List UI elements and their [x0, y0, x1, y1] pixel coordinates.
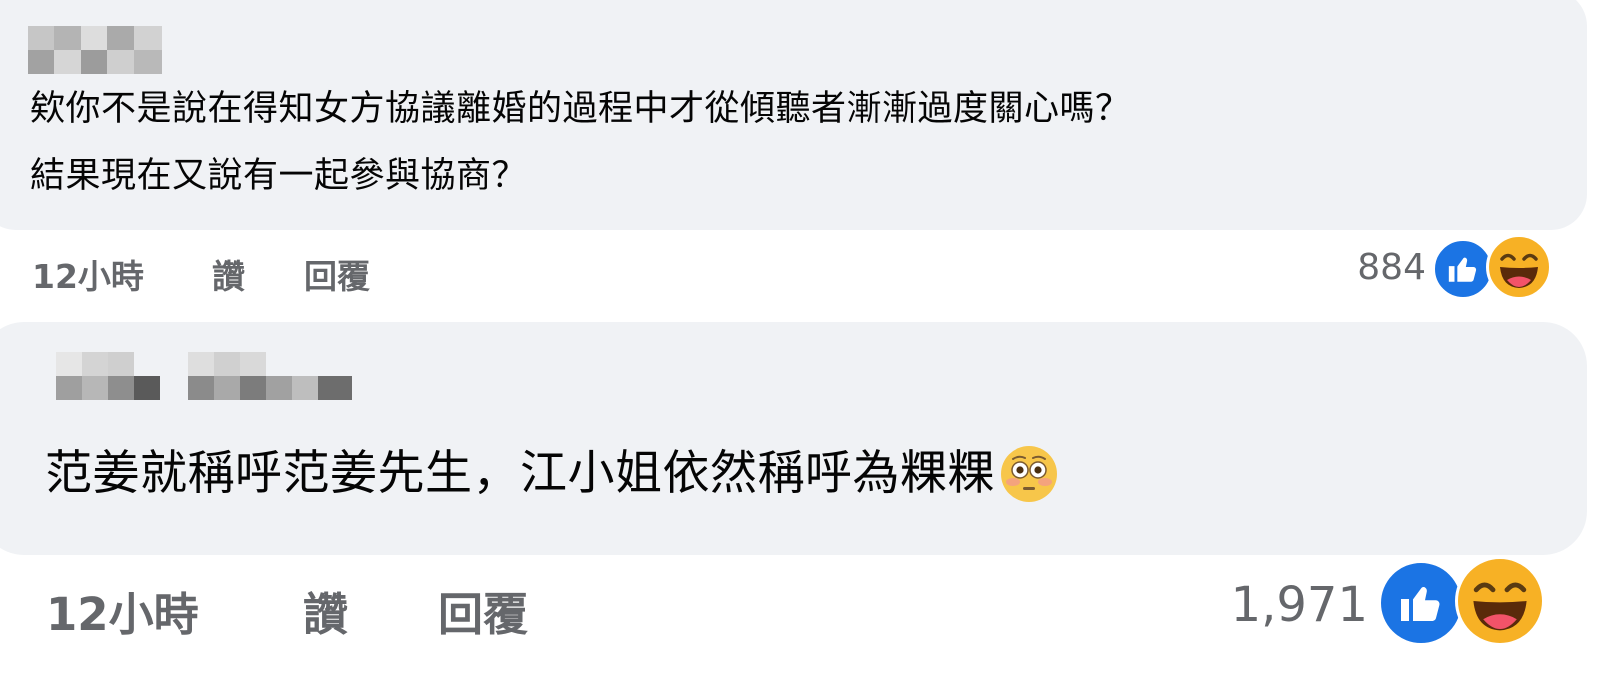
haha-icon[interactable] [1486, 234, 1552, 300]
like-icon[interactable] [1378, 560, 1464, 646]
comment-text: 范姜就稱呼范姜先生，江小姐依然稱呼為粿粿 [45, 446, 995, 501]
like-button[interactable]: 讚 [303, 578, 348, 643]
comment-text-line: 欸你不是說在得知女方協議離婚的過程中才從傾聽者漸漸過度關心嗎？ [30, 89, 1131, 129]
comment-text-row: 范姜就稱呼范姜先生，江小姐依然稱呼為粿粿 [45, 444, 1059, 504]
reaction-count[interactable]: 884 [1357, 247, 1426, 288]
flushed-emoji-icon [999, 444, 1059, 504]
haha-icon[interactable] [1455, 556, 1545, 646]
comment-timestamp[interactable]: 12小時 [46, 578, 199, 643]
like-icon[interactable] [1432, 238, 1494, 300]
reaction-count[interactable]: 1,971 [1231, 577, 1368, 633]
comment-timestamp[interactable]: 12小時 [32, 250, 144, 298]
reply-button[interactable]: 回覆 [304, 250, 370, 298]
like-button[interactable]: 讚 [212, 250, 245, 298]
blurred-author-name[interactable] [56, 352, 352, 400]
comment-text-line: 結果現在又說有一起參與協商？ [30, 156, 528, 196]
reply-button[interactable]: 回覆 [438, 578, 528, 643]
blurred-author-name[interactable] [28, 26, 162, 74]
